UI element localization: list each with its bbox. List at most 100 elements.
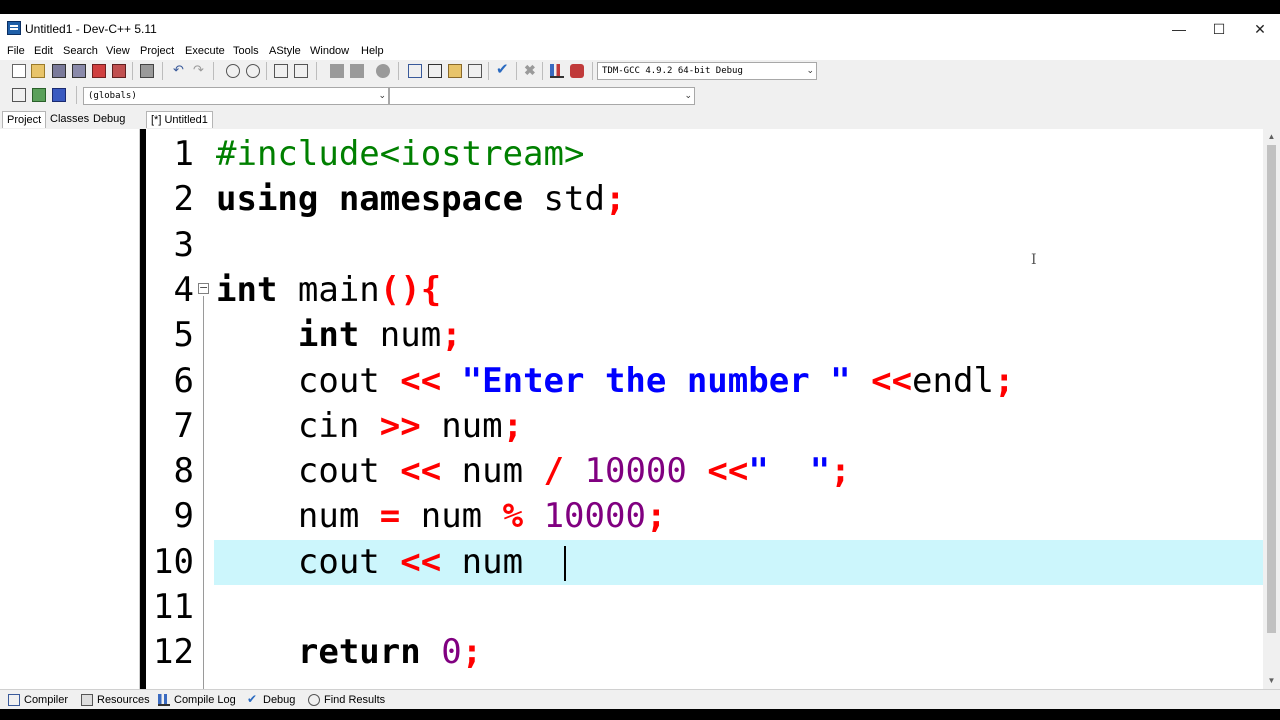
scope-select[interactable]: (globals) ⌄ [83, 87, 389, 105]
code-token: "Enter the number " [461, 360, 851, 401]
code-line[interactable]: 4 int main(){ [146, 268, 1263, 313]
line-number: 2 [173, 179, 194, 220]
check-syntax-icon[interactable]: ✔ [496, 62, 510, 77]
compiler-select[interactable]: TDM-GCC 4.9.2 64-bit Debug ⌄ [597, 62, 817, 80]
code-token: cout [216, 360, 401, 401]
tab-untitled1[interactable]: [*] Untitled1 [146, 111, 213, 128]
menu-window[interactable]: Window [310, 45, 349, 57]
line-number: 12 [153, 632, 194, 673]
bookmark-icon[interactable] [376, 64, 390, 78]
indent-icon[interactable] [274, 64, 288, 78]
project-grid-icon[interactable] [408, 64, 422, 78]
text-caret [564, 546, 566, 581]
devcpp-app-icon [7, 21, 21, 35]
code-token: / [543, 451, 565, 492]
code-text: #include<iostream> [216, 132, 584, 177]
scrollbar-thumb[interactable] [1267, 145, 1276, 633]
new-file-icon[interactable] [12, 64, 26, 78]
menu-astyle[interactable]: AStyle [269, 45, 301, 57]
bottom-frame [0, 709, 1280, 720]
replace-icon[interactable] [246, 64, 260, 78]
close-button[interactable]: ✕ [1237, 14, 1280, 44]
tab-project[interactable]: Project [2, 111, 47, 128]
code-text: using namespace std; [216, 177, 625, 222]
tab-debug-bottom[interactable]: ✔ Debug [245, 692, 295, 708]
menu-tools[interactable]: Tools [233, 45, 259, 57]
menu-search[interactable]: Search [63, 45, 98, 57]
code-editor[interactable]: − 1 #include<iostream> 2 using namespace st… [146, 129, 1263, 689]
undo-icon[interactable]: ↶ [173, 63, 187, 78]
menu-execute[interactable]: Execute [185, 45, 225, 57]
menu-view[interactable]: View [106, 45, 130, 57]
tile-icon[interactable] [468, 64, 482, 78]
tab-resources[interactable]: Resources [79, 692, 150, 708]
vertical-scrollbar[interactable]: ▲ ▼ [1263, 129, 1280, 689]
close-all-icon[interactable] [112, 64, 126, 78]
tab-compiler[interactable]: Compiler [6, 692, 68, 708]
maximize-button[interactable]: ☐ [1196, 14, 1242, 44]
insert-icon[interactable] [12, 88, 26, 102]
print-icon[interactable] [140, 64, 154, 78]
code-line[interactable]: 7 cin >> num; [146, 404, 1263, 449]
back-icon[interactable] [330, 64, 344, 78]
code-token: num [441, 541, 544, 582]
close-file-icon[interactable] [92, 64, 106, 78]
code-line[interactable]: 1 #include<iostream> [146, 132, 1263, 177]
window-icon[interactable] [428, 64, 442, 78]
tab-find-results[interactable]: Find Results [306, 692, 385, 708]
project-panel[interactable] [0, 129, 140, 689]
class-browser-icon[interactable] [448, 64, 462, 78]
scroll-up-icon[interactable]: ▲ [1263, 129, 1280, 145]
code-text: return 0; [216, 630, 482, 675]
code-token: % [502, 496, 524, 537]
stop-icon[interactable]: ✖ [524, 63, 538, 77]
save-icon[interactable] [52, 64, 66, 78]
tab-resources-label: Resources [97, 694, 150, 706]
line-number: 7 [173, 405, 194, 446]
menu-file[interactable]: File [7, 45, 25, 57]
code-line[interactable]: 11 [146, 585, 1263, 630]
tab-compile-log[interactable]: Compile Log [156, 692, 236, 708]
code-line[interactable]: 5 int num; [146, 313, 1263, 358]
chart-icon[interactable] [550, 64, 564, 78]
toolbar-separator [592, 62, 593, 80]
scope-select-value: (globals) [88, 91, 137, 101]
menu-edit[interactable]: Edit [34, 45, 53, 57]
code-token: int [216, 269, 278, 310]
redo-icon[interactable]: ↷ [193, 63, 207, 78]
code-token: cout [216, 541, 401, 582]
open-folder-icon[interactable] [31, 64, 45, 78]
menu-project[interactable]: Project [140, 45, 174, 57]
code-line[interactable]: 9 num = num % 10000; [146, 494, 1263, 539]
code-token: num [359, 315, 442, 356]
toolbar-separator [316, 62, 317, 80]
code-line[interactable]: 6 cout << "Enter the number " <<endl; [146, 359, 1263, 404]
find-icon[interactable] [226, 64, 240, 78]
code-line[interactable]: 8 cout << num / 10000 <<" "; [146, 449, 1263, 494]
code-line[interactable]: 10 cout << num [146, 540, 1263, 585]
toggle-bookmark-icon[interactable] [52, 88, 66, 102]
profile-icon[interactable] [570, 64, 584, 78]
line-number: 1 [173, 134, 194, 174]
scroll-down-icon[interactable]: ▼ [1263, 673, 1280, 689]
tab-classes[interactable]: Classes [46, 111, 93, 128]
symbol-select[interactable]: ⌄ [389, 87, 695, 105]
forward-icon[interactable] [350, 64, 364, 78]
code-token: endl [912, 360, 994, 401]
code-token: num [216, 496, 380, 537]
code-token: return [297, 632, 421, 673]
tab-compiler-label: Compiler [24, 694, 69, 706]
goto-icon[interactable] [32, 88, 46, 102]
tab-debug[interactable]: Debug [89, 111, 129, 128]
save-all-icon[interactable] [72, 64, 86, 78]
menu-help[interactable]: Help [361, 45, 384, 57]
code-line[interactable]: 12 return 0; [146, 630, 1263, 675]
code-line[interactable]: 3 [146, 223, 1263, 268]
line-number: 4 [173, 269, 194, 310]
code-line[interactable]: 2 using namespace std; [146, 177, 1263, 222]
unindent-icon[interactable] [294, 64, 308, 78]
code-token: cin [216, 405, 380, 446]
compiler-grid-icon [8, 694, 20, 706]
